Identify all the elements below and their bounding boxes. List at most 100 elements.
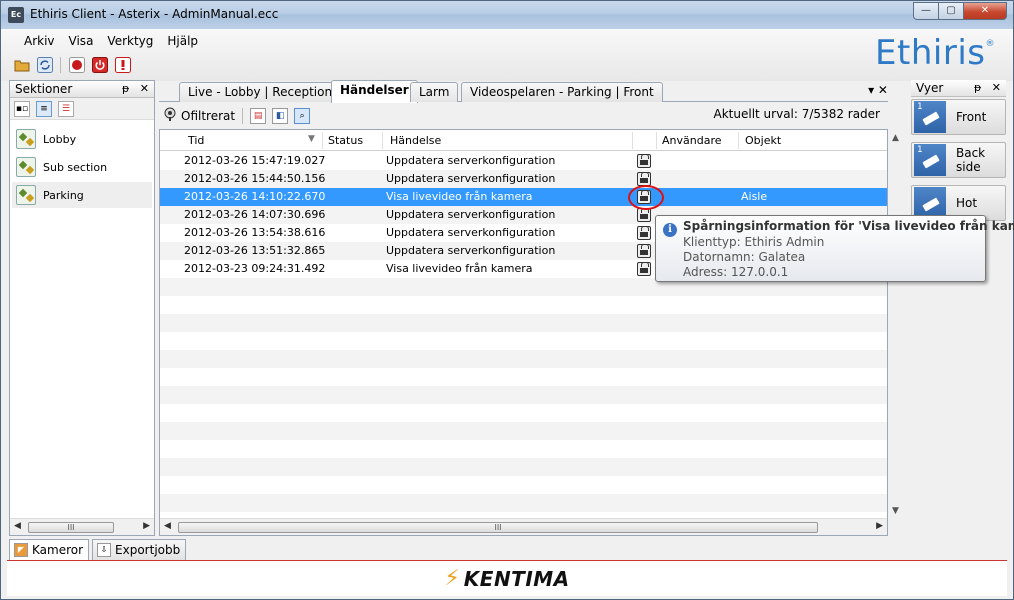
list-view-icon[interactable]: ≡ <box>36 100 52 117</box>
column-divider <box>738 132 739 149</box>
minimize-button[interactable]: — <box>913 2 939 20</box>
camera-view-icon: 1 <box>914 144 946 176</box>
table-row[interactable]: 2012-03-26 15:47:19.027 Uppdatera server… <box>160 152 887 170</box>
cell-time: 2012-03-26 13:51:32.865 <box>184 244 326 257</box>
menu-visa[interactable]: Visa <box>62 33 101 49</box>
empty-row <box>160 476 887 494</box>
export-icon[interactable]: ▤ <box>250 107 267 124</box>
section-item-parking[interactable]: Parking <box>12 182 152 208</box>
toolbar-separator <box>242 107 244 124</box>
cell-event: Uppdatera serverkonfiguration <box>386 244 556 257</box>
events-grid: Tid ▼ Status Händelse Användare Objekt 2… <box>159 129 888 536</box>
annotation-highlight-circle <box>628 185 664 210</box>
empty-row <box>160 440 887 458</box>
empty-row <box>160 350 887 368</box>
sections-panel-header: Sektioner ᵽ ✕ <box>10 81 154 98</box>
tab-videospelaren[interactable]: Videospelaren - Parking | Front <box>461 82 663 102</box>
cell-event: Uppdatera serverkonfiguration <box>386 172 556 185</box>
app-window: Ec Ethiris Client - Asterix - AdminManua… <box>0 0 1014 600</box>
tab-handelser[interactable]: Händelser <box>331 80 418 103</box>
empty-row <box>160 314 887 332</box>
column-header-user[interactable]: Användare <box>662 134 722 147</box>
tab-larm[interactable]: Larm <box>410 82 459 102</box>
menu-hjalp[interactable]: Hjälp <box>160 33 205 49</box>
tab-controls[interactable]: ▾ ✕ <box>868 83 888 97</box>
record-icon[interactable] <box>68 56 85 73</box>
scroll-right-icon[interactable]: ▶ <box>143 521 150 531</box>
section-label: Sub section <box>43 160 108 174</box>
view-item-front[interactable]: 1 Front <box>911 99 1006 135</box>
section-icon <box>16 185 36 205</box>
empty-row <box>160 404 887 422</box>
columns-icon[interactable]: ◧ <box>272 107 289 124</box>
camera-view-icon: 1 <box>914 101 946 133</box>
cell-event: Visa livevideo från kamera <box>386 262 533 275</box>
window-title: Ethiris Client - Asterix - AdminManual.e… <box>30 7 279 21</box>
menu-arkiv[interactable]: Arkiv <box>17 33 62 49</box>
open-file-icon[interactable] <box>13 56 30 73</box>
empty-row <box>160 386 887 404</box>
column-divider <box>382 132 383 149</box>
scroll-right-icon[interactable]: ▶ <box>876 521 883 531</box>
grid-vertical-scrollbar[interactable]: ▲ ▼ <box>888 129 905 536</box>
grid-horizontal-scrollbar[interactable]: ◀ III ▶ <box>160 518 887 535</box>
view-label: Hot <box>956 196 978 210</box>
scroll-down-icon[interactable]: ▼ <box>892 506 899 516</box>
sections-horizontal-scrollbar[interactable]: ◀ III ▶ <box>10 518 154 535</box>
tab-live-lobby[interactable]: Live - Lobby | Reception <box>179 82 342 102</box>
column-header-event[interactable]: Händelse <box>390 134 441 147</box>
empty-row <box>160 332 887 350</box>
maximize-button[interactable]: ▢ <box>938 2 964 20</box>
section-item-sub-section[interactable]: Sub section <box>12 154 152 180</box>
tracking-info-tooltip: i Spårningsinformation för 'Visa livevid… <box>655 215 1014 282</box>
scroll-thumb[interactable]: III <box>178 522 818 533</box>
lock-icon[interactable] <box>637 244 651 258</box>
alarm-icon[interactable] <box>114 56 131 73</box>
scroll-thumb[interactable]: III <box>28 522 114 533</box>
tooltip-address: Adress: 127.0.0.1 <box>683 265 789 279</box>
filter-button[interactable]: Ofiltrerat <box>163 107 235 124</box>
menu-bar: Arkiv Visa Verktyg Hjälp Ethiris® <box>1 29 1013 81</box>
pin-icon[interactable]: ᵽ <box>974 81 981 94</box>
lock-icon[interactable] <box>637 208 651 222</box>
scroll-left-icon[interactable]: ◀ <box>164 521 171 531</box>
section-item-lobby[interactable]: Lobby <box>12 126 152 152</box>
view-label: Back side <box>956 146 986 174</box>
column-header-object[interactable]: Objekt <box>745 134 781 147</box>
power-icon[interactable] <box>91 56 108 73</box>
section-label: Lobby <box>43 132 77 146</box>
refresh-icon[interactable] <box>36 56 53 73</box>
close-icon[interactable]: ✕ <box>992 81 1001 94</box>
pin-icon[interactable]: ᵽ <box>122 82 129 95</box>
search-icon[interactable]: ⌕ <box>294 107 311 124</box>
details-view-icon[interactable]: ☰ <box>58 100 74 117</box>
scroll-left-icon[interactable]: ◀ <box>14 521 21 531</box>
cell-time: 2012-03-26 14:07:30.696 <box>184 208 326 221</box>
close-button[interactable]: ✕ <box>963 2 1007 20</box>
cell-time: 2012-03-26 14:10:22.670 <box>184 190 326 203</box>
logo-mark: ® <box>985 39 995 49</box>
lock-icon[interactable] <box>637 226 651 240</box>
footer: ⚡ KENTIMA <box>7 560 1007 596</box>
scroll-up-icon[interactable]: ▲ <box>892 133 899 143</box>
tree-view-icon[interactable]: ▪▫ <box>14 100 30 117</box>
column-header-time[interactable]: Tid <box>188 134 204 147</box>
menu-verktyg[interactable]: Verktyg <box>100 33 160 49</box>
column-header-status[interactable]: Status <box>328 134 363 147</box>
sections-panel-title: Sektioner <box>15 82 73 96</box>
cell-event: Uppdatera serverkonfiguration <box>386 226 556 239</box>
table-row[interactable]: 2012-03-26 15:44:50.156 Uppdatera server… <box>160 170 887 188</box>
lock-icon[interactable] <box>637 262 651 276</box>
view-item-back-side[interactable]: 1 Back side <box>911 142 1006 178</box>
tab-exportjobb[interactable]: ⇩ Exportjobb <box>92 539 187 561</box>
close-icon[interactable]: ✕ <box>140 82 149 95</box>
camera-icon: ◤ <box>14 543 28 557</box>
tab-label: Exportjobb <box>115 543 181 557</box>
lock-icon[interactable] <box>637 154 651 168</box>
filter-label: Ofiltrerat <box>181 108 236 123</box>
lock-icon[interactable] <box>637 172 651 186</box>
tab-kameror[interactable]: ◤ Kameror <box>9 539 90 561</box>
view-number: 1 <box>917 102 923 112</box>
sort-descending-icon[interactable]: ▼ <box>308 134 315 144</box>
table-row-selected[interactable]: 2012-03-26 14:10:22.670 Visa livevideo f… <box>160 188 887 206</box>
